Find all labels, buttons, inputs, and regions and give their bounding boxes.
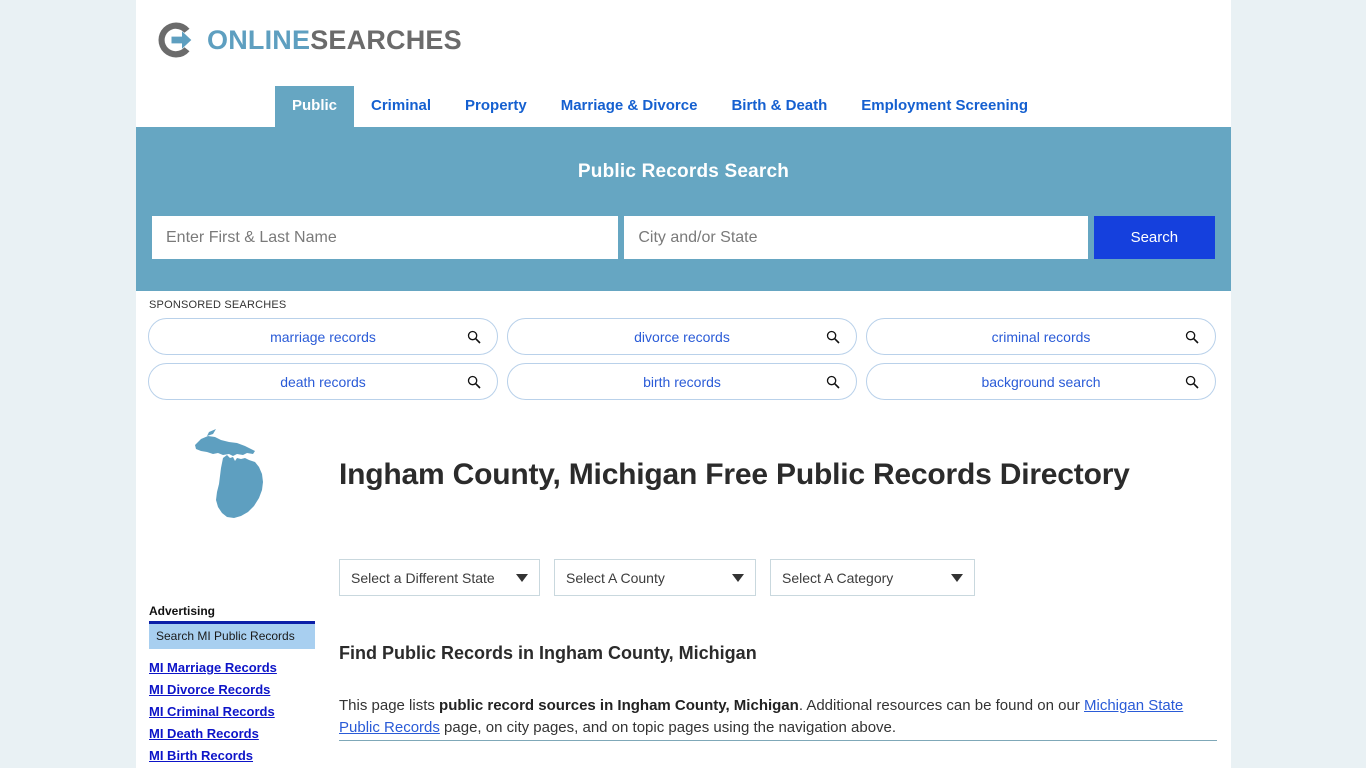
advertising-link-list: MI Marriage Records MI Divorce Records M… (149, 649, 315, 763)
primary-navigation: Public Criminal Property Marriage & Divo… (136, 85, 1231, 127)
sponsored-pill-marriage-records[interactable]: marriage records (148, 318, 498, 355)
logo-wordmark: ONLINESEARCHES (207, 25, 462, 56)
advertising-label: Advertising (149, 604, 216, 618)
circle-arrow-icon (158, 22, 192, 58)
sponsored-pill-label: background search (981, 373, 1101, 390)
county-select[interactable]: Select A County (554, 559, 756, 596)
chevron-down-icon (516, 573, 528, 582)
intro-paragraph: This page lists public record sources in… (339, 695, 1201, 739)
site-container: ONLINESEARCHES Public Criminal Property … (136, 0, 1231, 768)
sidebar-link-mi-marriage-records[interactable]: MI Marriage Records (149, 660, 315, 675)
sponsored-pill-criminal-records[interactable]: criminal records (866, 318, 1216, 355)
tab-marriage-divorce[interactable]: Marriage & Divorce (544, 86, 715, 127)
search-icon (1185, 375, 1199, 389)
tab-public[interactable]: Public (275, 86, 355, 127)
name-input[interactable] (152, 216, 619, 259)
sponsored-searches-label: SPONSORED SEARCHES (149, 299, 287, 311)
paragraph-text-1: This page lists (339, 697, 440, 714)
category-select[interactable]: Select A Category (770, 559, 975, 596)
public-records-search-panel: Public Records Search Search (136, 127, 1231, 291)
state-select[interactable]: Select a Different State (339, 559, 540, 596)
sponsored-pill-label: criminal records (991, 328, 1091, 345)
michigan-state-map-icon (195, 429, 263, 518)
search-mi-public-records-button[interactable]: Search MI Public Records (149, 624, 315, 649)
chevron-down-icon (951, 573, 963, 582)
category-select-value: Select A Category (782, 569, 894, 586)
sidebar-link-mi-criminal-records[interactable]: MI Criminal Records (149, 704, 315, 719)
sponsored-pill-label: death records (280, 373, 366, 390)
location-input[interactable] (624, 216, 1088, 259)
search-icon (467, 375, 481, 389)
sponsored-pill-birth-records[interactable]: birth records (507, 363, 857, 400)
state-select-value: Select a Different State (351, 569, 495, 586)
section-heading: Find Public Records in Ingham County, Mi… (339, 642, 757, 663)
chevron-down-icon (732, 573, 744, 582)
advertising-box: Search MI Public Records MI Marriage Rec… (149, 621, 315, 763)
filter-selects: Select a Different State Select A County… (339, 559, 975, 596)
tab-property[interactable]: Property (448, 86, 544, 127)
sidebar-link-mi-death-records[interactable]: MI Death Records (149, 726, 315, 741)
sponsored-pill-label: marriage records (270, 328, 376, 345)
search-button[interactable]: Search (1093, 216, 1215, 259)
search-icon (467, 330, 481, 344)
search-panel-title: Public Records Search (577, 161, 790, 182)
search-icon (826, 330, 840, 344)
sponsored-pill-background-search[interactable]: background search (866, 363, 1216, 400)
sponsored-pill-label: birth records (643, 373, 721, 390)
logo-word-searches: SEARCHES (310, 24, 462, 55)
sponsored-pill-death-records[interactable]: death records (148, 363, 498, 400)
sidebar-link-mi-divorce-records[interactable]: MI Divorce Records (149, 682, 315, 697)
search-icon (1185, 330, 1199, 344)
page-title: Ingham County, Michigan Free Public Reco… (339, 458, 1130, 492)
sponsored-pill-label: divorce records (634, 328, 730, 345)
content-divider (339, 740, 1217, 741)
search-form: Search (152, 216, 1215, 259)
county-select-value: Select A County (566, 569, 665, 586)
paragraph-bold-1: public record sources in Ingham County, … (439, 697, 799, 714)
sponsored-pill-divorce-records[interactable]: divorce records (507, 318, 857, 355)
logo-word-online: ONLINE (207, 24, 311, 55)
paragraph-text-2: . Additional resources can be found on o… (798, 697, 1085, 714)
search-icon (826, 375, 840, 389)
advertising-sidebar: Advertising Search MI Public Records MI … (149, 604, 315, 768)
paragraph-text-3: page, on city pages, and on topic pages … (439, 719, 897, 736)
sidebar-link-mi-birth-records[interactable]: MI Birth Records (149, 748, 315, 763)
page-root: ONLINESEARCHES Public Criminal Property … (0, 0, 1366, 768)
sponsored-searches-list: marriage records divorce records crimina… (148, 318, 1216, 400)
tab-employment-screening[interactable]: Employment Screening (844, 86, 1045, 127)
site-logo[interactable]: ONLINESEARCHES (155, 14, 462, 66)
tab-criminal[interactable]: Criminal (354, 86, 448, 127)
tab-birth-death[interactable]: Birth & Death (714, 86, 844, 127)
